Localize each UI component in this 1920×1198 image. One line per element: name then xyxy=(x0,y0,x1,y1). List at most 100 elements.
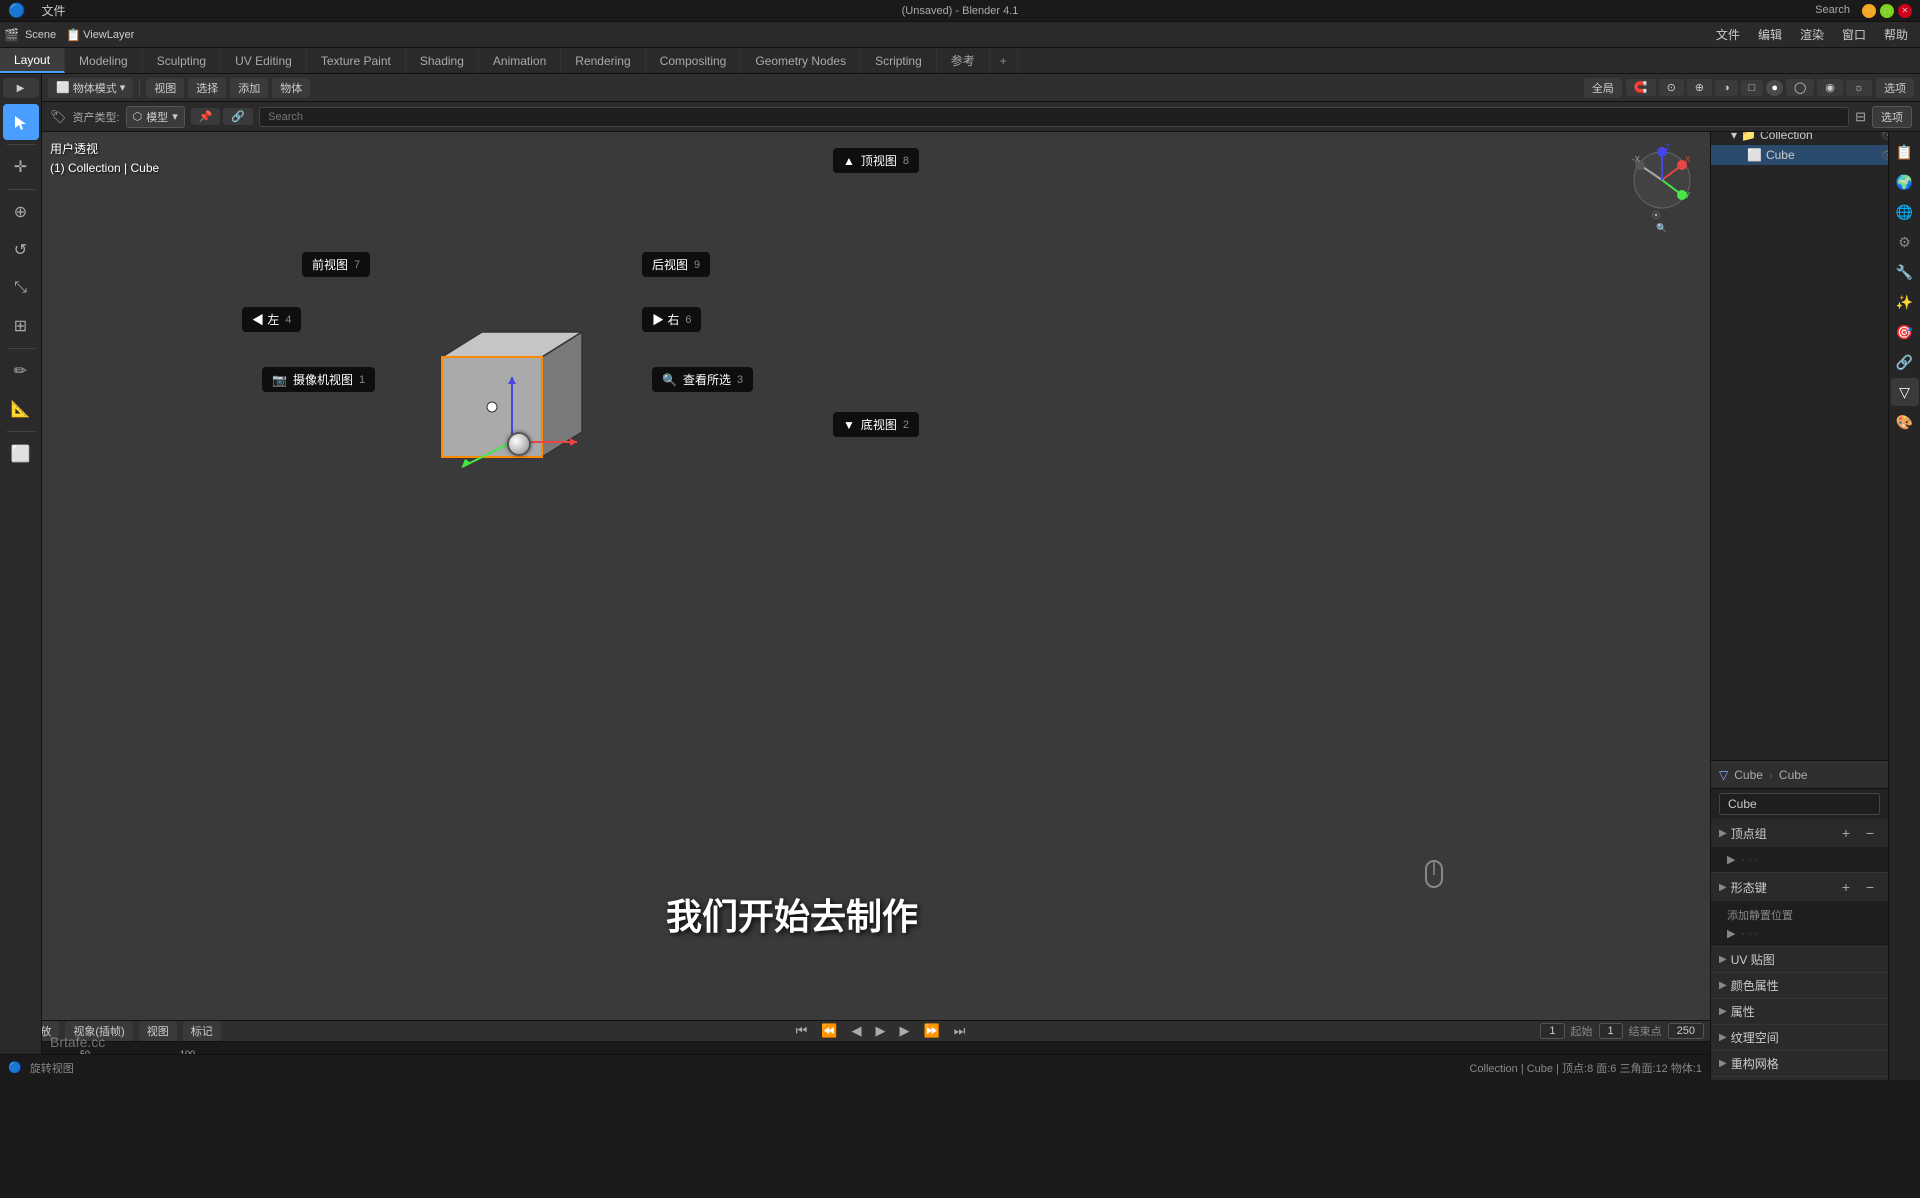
tab-reference[interactable]: 参考 xyxy=(937,48,990,73)
vertex-groups-header[interactable]: ▶ 顶点组 + − xyxy=(1711,819,1888,847)
asset-search-input[interactable] xyxy=(259,107,1849,127)
left-view-button[interactable]: ◀ 左 4 xyxy=(242,307,301,332)
scene-icon[interactable]: 🎬 xyxy=(4,28,19,42)
tab-scripting[interactable]: Scripting xyxy=(861,48,937,73)
global-btn[interactable]: 全局 xyxy=(1584,78,1622,98)
tab-sculpting[interactable]: Sculpting xyxy=(143,48,221,73)
next-keyframe-btn[interactable]: ▶ xyxy=(896,1022,914,1040)
scene-props-tab[interactable]: 🌍 xyxy=(1891,168,1919,196)
bottom-view-button[interactable]: ▼ 底视图 2 xyxy=(833,412,919,437)
jump-end-btn[interactable]: ⏭ xyxy=(950,1022,970,1040)
prev-keyframe-btn[interactable]: ◀ xyxy=(848,1022,866,1040)
menu-help[interactable]: 帮助 xyxy=(1876,24,1916,45)
right-view-button[interactable]: ▶ 右 6 xyxy=(642,307,701,332)
breadcrumb-cube1[interactable]: Cube xyxy=(1734,768,1763,782)
overlay-icon[interactable]: ◑ xyxy=(1715,80,1738,96)
texture-space-header[interactable]: ▶ 纹理空间 xyxy=(1711,1025,1888,1050)
transform-tool[interactable]: ⊞ xyxy=(3,308,39,344)
sk-add-btn[interactable]: + xyxy=(1836,877,1856,897)
current-frame-field[interactable]: 1 xyxy=(1540,1023,1564,1039)
maximize-button[interactable]: □ xyxy=(1880,4,1894,18)
material-props-tab[interactable]: 🎨 xyxy=(1891,408,1919,436)
menu-window[interactable]: 窗口 xyxy=(1834,24,1874,45)
tab-animation[interactable]: Animation xyxy=(479,48,561,73)
breadcrumb-cube2[interactable]: Cube xyxy=(1779,768,1808,782)
object-mode-selector[interactable]: ▶ xyxy=(3,78,39,98)
proportional-icon[interactable]: ⊙ xyxy=(1659,79,1684,96)
tab-uv-editing[interactable]: UV Editing xyxy=(221,48,307,73)
vg-add-btn[interactable]: + xyxy=(1836,823,1856,843)
constraints-tab[interactable]: 🔗 xyxy=(1891,348,1919,376)
view-menu[interactable]: 视图 xyxy=(146,78,184,98)
pin-icon[interactable]: 📌 xyxy=(191,108,221,125)
view-menu-tl[interactable]: 视图 xyxy=(139,1021,177,1041)
remesh-header[interactable]: ▶ 重构网格 xyxy=(1711,1051,1888,1076)
tab-rendering[interactable]: Rendering xyxy=(561,48,645,73)
move-tool[interactable]: ⊕ xyxy=(3,194,39,230)
color-attributes-header[interactable]: ▶ 颜色属性 xyxy=(1711,973,1888,998)
rotate-tool[interactable]: ↺ xyxy=(3,232,39,268)
top-view-button[interactable]: ▲ 顶视图 8 xyxy=(833,148,919,173)
tab-geometry-nodes[interactable]: Geometry Nodes xyxy=(741,48,861,73)
front-view-button[interactable]: 前视图 7 xyxy=(302,252,370,277)
menu-render[interactable]: 渲染 xyxy=(1792,24,1832,45)
render-shading-icon[interactable]: ◉ xyxy=(1817,79,1843,96)
minimize-button[interactable]: − xyxy=(1862,4,1876,18)
snap-icon[interactable]: 🧲 xyxy=(1626,79,1656,96)
tab-texture-paint[interactable]: Texture Paint xyxy=(307,48,406,73)
file-menu[interactable]: 文件 xyxy=(33,0,73,21)
play-btn[interactable]: ▶ xyxy=(872,1022,890,1040)
cursor-tool[interactable]: ✛ xyxy=(3,149,39,185)
camera-view-button[interactable]: 📷 摄像机视图 1 xyxy=(262,367,375,392)
object-props-tab[interactable]: ⚙ xyxy=(1891,228,1919,256)
show-gizmo-icon[interactable]: ⊕ xyxy=(1687,79,1712,96)
tab-compositing[interactable]: Compositing xyxy=(646,48,742,73)
main-viewport[interactable]: 用户透视 (1) Collection | Cube X -X Y Z ⦿ 🔍 xyxy=(42,132,1710,1020)
vg-remove-btn[interactable]: − xyxy=(1860,823,1880,843)
mode-selector[interactable]: ⬜ 物体模式 ▾ xyxy=(48,78,133,98)
eevee-icon[interactable]: ☼ xyxy=(1846,80,1872,96)
menu-edit[interactable]: 编辑 xyxy=(1750,24,1790,45)
mesh-name-field[interactable] xyxy=(1719,793,1880,815)
annotate-tool[interactable]: ✏ xyxy=(3,353,39,389)
back-view-button[interactable]: 后视图 9 xyxy=(642,252,710,277)
object-menu[interactable]: 物体 xyxy=(272,78,310,98)
scale-tool[interactable]: ⤡ xyxy=(3,270,39,306)
prev-frame-btn[interactable]: ⏪ xyxy=(817,1022,841,1040)
uv-maps-header[interactable]: ▶ UV 贴图 xyxy=(1711,947,1888,972)
sk-static-btn[interactable]: 添加静置位置 xyxy=(1719,905,1880,925)
tab-layout[interactable]: Layout xyxy=(0,48,65,73)
add-menu[interactable]: 添加 xyxy=(230,78,268,98)
viewlayer-icon[interactable]: 📋 xyxy=(66,28,81,42)
attributes-header[interactable]: ▶ 属性 xyxy=(1711,999,1888,1024)
lookat-button[interactable]: 🔍 查看所选 3 xyxy=(652,367,753,392)
xray-icon[interactable]: □ xyxy=(1741,80,1764,96)
end-frame-field[interactable]: 250 xyxy=(1668,1023,1704,1039)
sk-remove-btn[interactable]: − xyxy=(1860,877,1880,897)
mark-menu[interactable]: 标记 xyxy=(183,1021,221,1041)
select-menu[interactable]: 选择 xyxy=(188,78,226,98)
tab-shading[interactable]: Shading xyxy=(406,48,479,73)
jump-start-btn[interactable]: ⏮ xyxy=(792,1022,812,1040)
view-layer-tab[interactable]: 📋 xyxy=(1891,138,1919,166)
close-button[interactable]: ✕ xyxy=(1898,4,1912,18)
link-icon[interactable]: 🔗 xyxy=(223,108,253,125)
modifier-props-tab[interactable]: 🔧 xyxy=(1891,258,1919,286)
data-props-tab[interactable]: ▽ xyxy=(1891,378,1919,406)
physics-tab[interactable]: 🎯 xyxy=(1891,318,1919,346)
material-shading-icon[interactable]: ◯ xyxy=(1786,79,1814,96)
filter-icon[interactable]: ⊟ xyxy=(1855,109,1866,125)
measure-tool[interactable]: 📐 xyxy=(3,391,39,427)
select-tool[interactable] xyxy=(3,104,39,140)
add-cube-tool[interactable]: ⬜ xyxy=(3,436,39,472)
next-frame-btn[interactable]: ⏩ xyxy=(920,1022,944,1040)
solid-shading-icon[interactable]: ● xyxy=(1766,80,1783,96)
navigation-gizmo[interactable]: X -X Y Z ⦿ 🔍 xyxy=(1622,140,1702,220)
start-frame-field[interactable]: 1 xyxy=(1599,1023,1623,1039)
shape-keys-header[interactable]: ▶ 形态键 + − xyxy=(1711,873,1888,901)
options-filter-btn[interactable]: 选项 xyxy=(1872,106,1912,128)
asset-type-selector[interactable]: ⬡ 模型 ▾ xyxy=(126,106,185,128)
menu-file[interactable]: 文件 xyxy=(1708,24,1748,45)
particles-tab[interactable]: ✨ xyxy=(1891,288,1919,316)
options-btn[interactable]: 选项 xyxy=(1876,78,1914,98)
